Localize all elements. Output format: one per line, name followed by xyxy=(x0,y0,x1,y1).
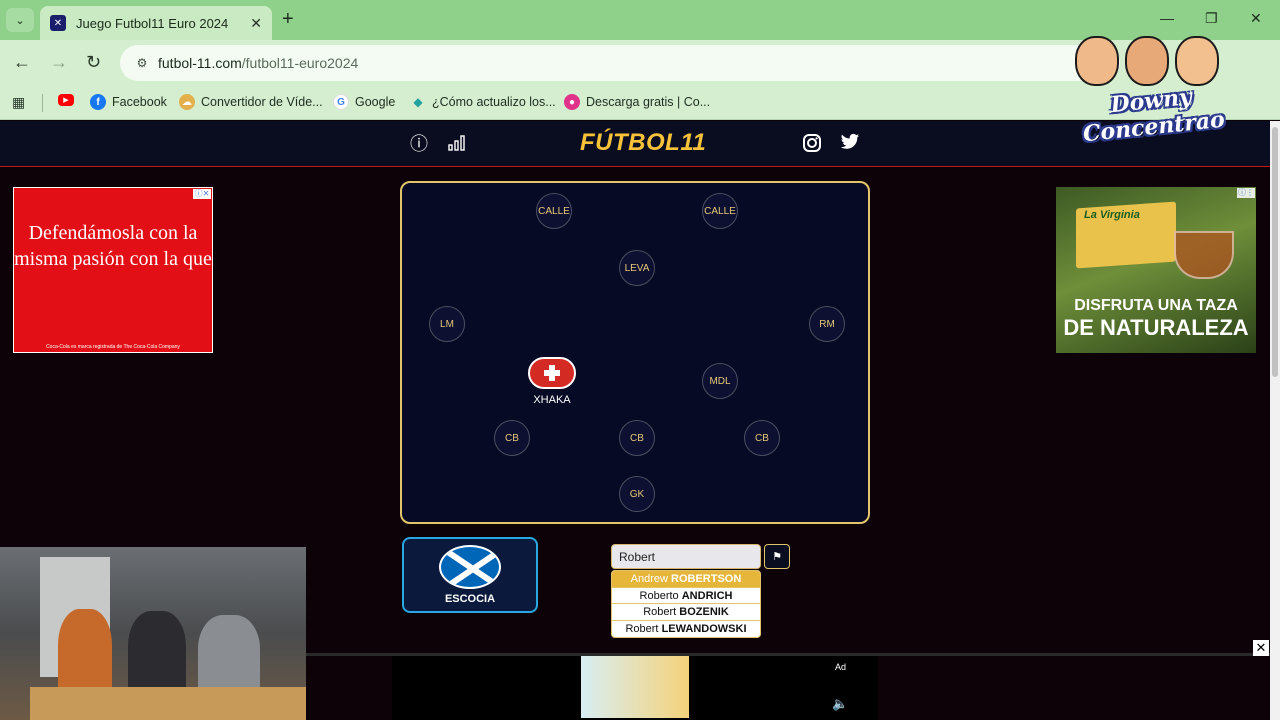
flag-icon: ⚑ xyxy=(772,551,782,563)
reload-icon[interactable]: ↻ xyxy=(86,52,101,72)
ad-right-line1: DISFRUTA UNA TAZA xyxy=(1074,297,1238,314)
filled-player-slot[interactable]: XHAKA xyxy=(517,357,587,406)
chevron-down-icon: ⌄ xyxy=(15,14,25,27)
ad-label: Ad xyxy=(835,662,847,672)
tab-close-icon[interactable]: ✕ xyxy=(250,15,262,32)
player-name: XHAKA xyxy=(533,394,571,406)
tab-active[interactable]: ✕ Juego Futbol11 Euro 2024 ✕ xyxy=(40,6,272,40)
ad-right-line2: DE NATURALEZA xyxy=(1063,315,1249,340)
bookmark-label: Google xyxy=(355,95,396,109)
close-window-icon[interactable]: ✕ xyxy=(1250,10,1262,27)
switzerland-flag-icon xyxy=(528,357,576,389)
webcam-person xyxy=(58,609,112,699)
bookmark-converter[interactable]: ☁ Convertidor de Víde... xyxy=(179,94,323,110)
bookmark-update[interactable]: ◆ ¿Cómo actualizo los... xyxy=(410,94,556,110)
ad-banner-right[interactable]: ⓘ⋮ La Virginia DISFRUTA UNA TAZA DE NATU… xyxy=(1056,187,1256,353)
position-slot[interactable]: GK xyxy=(619,476,655,512)
webcam-person xyxy=(128,611,186,699)
favicon-icon: ✕ xyxy=(50,15,66,31)
position-slot[interactable]: MDL xyxy=(702,363,738,399)
url-path: /futbol11-euro2024 xyxy=(241,55,359,71)
suggestion-last-name: ANDRICH xyxy=(681,589,733,602)
bookmark-label: ¿Cómo actualizo los... xyxy=(432,95,556,109)
restore-icon[interactable]: ❐ xyxy=(1205,10,1218,27)
suggestion-first-name: Robert xyxy=(625,622,659,635)
stats-icon[interactable] xyxy=(448,133,466,156)
youtube-icon: ▶ xyxy=(58,94,74,106)
site-info-icon[interactable]: ⚙ xyxy=(132,53,152,73)
pink-logo-icon: ● xyxy=(564,94,580,110)
position-slot[interactable]: LM xyxy=(429,306,465,342)
instagram-icon[interactable] xyxy=(802,133,822,158)
position-slot[interactable]: CALLE xyxy=(536,193,572,229)
diamond-icon: ◆ xyxy=(413,95,423,109)
position-slot[interactable]: CALLE xyxy=(702,193,738,229)
shampoo-ad-image xyxy=(581,656,689,718)
position-slot[interactable]: CB xyxy=(744,420,780,456)
webcam-overlay xyxy=(0,547,306,720)
suggestion-first-name: Andrew xyxy=(630,573,668,585)
suggestion-last-name: BOZENIK xyxy=(679,606,729,618)
team-name: ESCOCIA xyxy=(444,593,496,605)
cartoon-face-icon xyxy=(1075,36,1119,86)
ad-left-footer: Coca-Cola es marca registrada de The Coc… xyxy=(46,344,180,350)
scrollbar-thumb[interactable] xyxy=(1272,127,1278,377)
suggestion-item[interactable]: Robert BOZENIK xyxy=(612,604,760,621)
cartoon-face-icon xyxy=(1125,36,1169,86)
position-slot[interactable]: LEVA xyxy=(619,250,655,286)
bookmark-facebook[interactable]: f Facebook xyxy=(90,94,167,110)
speaker-icon[interactable]: 🔈 xyxy=(832,696,848,712)
ad-banner-left[interactable]: ⓘ✕ Defendámosla con la misma pasión con … xyxy=(13,187,213,353)
scotland-flag-icon xyxy=(439,545,501,589)
url-host: futbol-11.com xyxy=(158,55,242,71)
cartoon-face-icon xyxy=(1175,36,1219,86)
autocomplete-list: Andrew ROBERTSON Roberto ANDRICH Robert … xyxy=(611,570,761,638)
lineup-pitch: CALLE CALLE LEVA LM RM MDL CB CB CB GK X… xyxy=(400,181,870,524)
site-logo[interactable]: FÚTBOL11 xyxy=(580,129,706,157)
suggestion-item[interactable]: Roberto ANDRICH xyxy=(612,588,760,604)
bookmark-download[interactable]: ● Descarga gratis | Co... xyxy=(564,94,710,110)
suggestion-item[interactable]: Robert LEWANDOWSKI xyxy=(612,621,760,638)
info-icon[interactable]: ⓘ xyxy=(410,133,428,155)
position-slot[interactable]: RM xyxy=(809,306,845,342)
suggestion-last-name: LEWANDOWSKI xyxy=(661,622,747,635)
address-bar[interactable]: ⚙ futbol-11.com/futbol11-euro2024 xyxy=(120,45,1120,81)
new-tab-button[interactable]: + xyxy=(282,9,294,29)
back-icon[interactable]: ← xyxy=(13,52,31,72)
surrender-flag-button[interactable]: ⚑ xyxy=(764,544,790,569)
bookmark-google[interactable]: G Google xyxy=(333,94,395,110)
bottom-ad-banner[interactable]: Ad 🔈 xyxy=(392,656,878,720)
google-icon: G xyxy=(333,94,349,110)
page-scrollbar[interactable] xyxy=(1270,121,1280,720)
bookmark-label: Descarga gratis | Co... xyxy=(586,95,711,109)
tea-cup-image xyxy=(1174,231,1234,279)
bookmark-youtube[interactable]: ▶ xyxy=(58,94,80,106)
minimize-icon[interactable]: — xyxy=(1160,10,1174,26)
bookmark-label: Facebook xyxy=(112,95,167,109)
adchoices-icon[interactable]: ⓘ✕ xyxy=(193,189,211,199)
converter-icon: ☁ xyxy=(179,94,195,110)
webcam-desk xyxy=(30,687,306,720)
adchoices-icon[interactable]: ⓘ⋮ xyxy=(1237,188,1255,198)
suggestion-first-name: Robert xyxy=(643,606,677,618)
suggestion-last-name: ROBERTSON xyxy=(671,573,742,585)
suggestion-item[interactable]: Andrew ROBERTSON xyxy=(612,571,760,588)
tab-title: Juego Futbol11 Euro 2024 xyxy=(76,15,229,31)
position-slot[interactable]: CB xyxy=(494,420,530,456)
ad-close-button[interactable]: ✕ xyxy=(1253,640,1269,656)
apps-icon[interactable]: ▦ xyxy=(12,94,25,111)
position-slot[interactable]: CB xyxy=(619,420,655,456)
bookmark-label: Convertidor de Víde... xyxy=(201,95,323,109)
tab-search-button[interactable]: ⌄ xyxy=(6,8,34,32)
ad-right-brand: La Virginia xyxy=(1084,209,1140,221)
twitter-icon[interactable] xyxy=(840,133,860,156)
ad-left-text: Defendámosla con la misma pasión con la … xyxy=(14,222,212,270)
current-team-card: ESCOCIA xyxy=(402,537,538,613)
streamer-logo-overlay: Downy Concentrao xyxy=(1040,30,1265,147)
player-search-input[interactable] xyxy=(611,544,761,569)
facebook-icon: f xyxy=(90,94,106,110)
suggestion-first-name: Roberto xyxy=(639,589,679,602)
forward-icon[interactable]: → xyxy=(50,52,68,72)
